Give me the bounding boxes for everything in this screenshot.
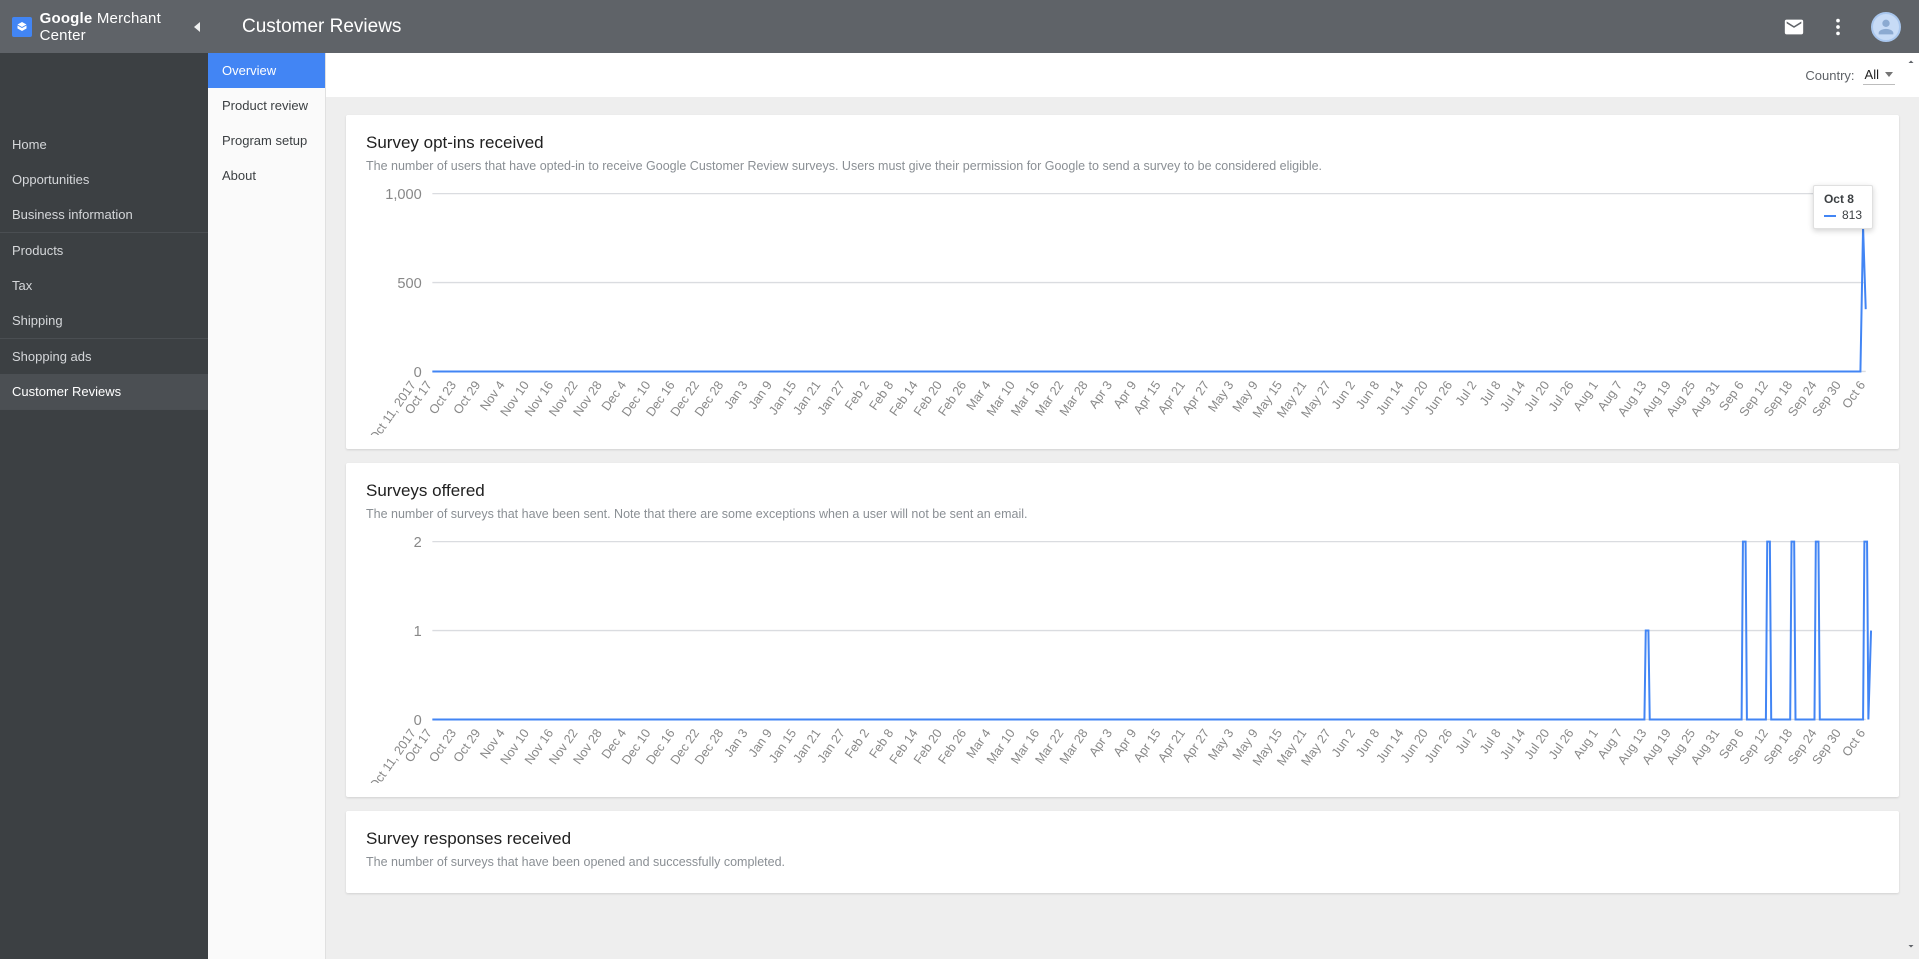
main-content: Country: All Survey opt-ins received The… (326, 53, 1919, 959)
chart-offered: 012Oct 11, 2017Oct 17Oct 23Oct 29Nov 4No… (366, 531, 1879, 783)
svg-text:Apr 3: Apr 3 (1086, 727, 1115, 760)
sidebar-item-home[interactable]: Home (0, 127, 208, 162)
dropdown-caret-icon (1885, 72, 1893, 77)
card-title: Surveys offered (366, 481, 1879, 501)
header-actions (1783, 12, 1919, 42)
scroll-up-icon[interactable] (1905, 55, 1917, 73)
sidebar-item-customer-reviews[interactable]: Customer Reviews (0, 374, 208, 409)
svg-text:Jan 3: Jan 3 (722, 727, 751, 760)
tab-about[interactable]: About (208, 158, 325, 193)
brand-block: Google Merchant Center (0, 0, 208, 53)
chart-tooltip: Oct 8 813 (1813, 185, 1873, 229)
card-desc: The number of users that have opted-in t… (366, 159, 1879, 173)
sidebar-item-tax[interactable]: Tax (0, 268, 208, 303)
svg-text:2: 2 (414, 535, 422, 551)
sidebar-item-shipping[interactable]: Shipping (0, 303, 208, 338)
filter-toolbar: Country: All (326, 53, 1919, 97)
page-title: Customer Reviews (208, 16, 1783, 38)
svg-text:Aug 1: Aug 1 (1571, 727, 1601, 762)
chart-optins: 05001,000Oct 11, 2017Oct 17Oct 23Oct 29N… (366, 183, 1879, 435)
mail-icon[interactable] (1783, 16, 1805, 38)
sidebar-item-opportunities[interactable]: Opportunities (0, 162, 208, 197)
svg-text:Oct 6: Oct 6 (1839, 727, 1868, 760)
country-value: All (1865, 67, 1879, 82)
svg-text:Jul 26: Jul 26 (1546, 378, 1577, 414)
brand-text: Google Merchant Center (40, 10, 208, 44)
card-optins: Survey opt-ins received The number of us… (346, 115, 1899, 449)
secondary-subnav: OverviewProduct reviewProgram setupAbout (208, 53, 326, 959)
svg-text:Jan 3: Jan 3 (722, 378, 751, 411)
avatar[interactable] (1871, 12, 1901, 42)
card-desc: The number of surveys that have been sen… (366, 507, 1879, 521)
svg-text:Feb 2: Feb 2 (842, 378, 872, 412)
tooltip-value: 813 (1824, 208, 1862, 222)
more-vert-icon[interactable] (1827, 16, 1849, 38)
tooltip-date: Oct 8 (1824, 192, 1862, 206)
card-desc: The number of surveys that have been ope… (366, 855, 1879, 869)
merchant-center-logo-icon (12, 17, 32, 37)
sidebar-item-business-information[interactable]: Business information (0, 197, 208, 232)
card-responses: Survey responses received The number of … (346, 811, 1899, 893)
svg-text:Oct 6: Oct 6 (1839, 378, 1868, 411)
app-header: Google Merchant Center Customer Reviews (0, 0, 1919, 53)
svg-text:0: 0 (414, 713, 422, 729)
svg-text:Jun 2: Jun 2 (1329, 727, 1358, 760)
card-offered: Surveys offered The number of surveys th… (346, 463, 1899, 797)
tab-overview[interactable]: Overview (208, 53, 325, 88)
svg-text:500: 500 (397, 276, 421, 292)
sidebar-item-products[interactable]: Products (0, 233, 208, 268)
svg-text:Aug 1: Aug 1 (1571, 378, 1601, 413)
country-label: Country: (1805, 68, 1854, 83)
svg-text:Apr 3: Apr 3 (1086, 378, 1115, 411)
svg-text:Feb 2: Feb 2 (842, 727, 872, 761)
scroll-down-icon[interactable] (1905, 939, 1917, 957)
card-title: Survey opt-ins received (366, 133, 1879, 153)
card-title: Survey responses received (366, 829, 1879, 849)
sidebar-item-shopping-ads[interactable]: Shopping ads (0, 339, 208, 374)
tab-product-review[interactable]: Product review (208, 88, 325, 123)
primary-sidebar: HomeOpportunitiesBusiness informationPro… (0, 53, 208, 959)
svg-text:Jul 2: Jul 2 (1453, 727, 1480, 757)
country-select[interactable]: All (1863, 65, 1895, 85)
svg-text:1,000: 1,000 (385, 187, 421, 203)
svg-text:Jun 2: Jun 2 (1329, 378, 1358, 411)
collapse-sidebar-caret-icon[interactable] (194, 22, 200, 32)
svg-text:Jul 26: Jul 26 (1546, 727, 1577, 763)
svg-text:Jul 2: Jul 2 (1453, 378, 1480, 408)
svg-text:0: 0 (414, 365, 422, 381)
svg-text:1: 1 (414, 624, 422, 640)
tab-program-setup[interactable]: Program setup (208, 123, 325, 158)
